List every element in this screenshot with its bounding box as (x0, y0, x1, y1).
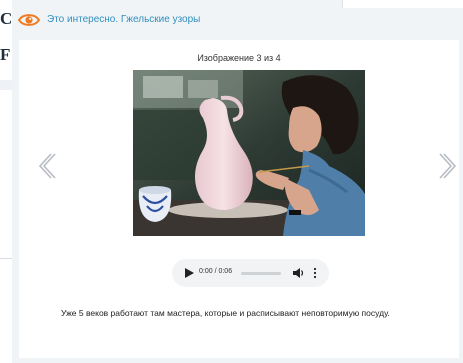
gallery-content: Изображение 3 из 4 0:00 / 0:06 Уже 5 век… (19, 40, 459, 358)
next-image-button[interactable] (434, 148, 458, 184)
popup-title: Это интересно. Гжельские узоры (47, 14, 201, 25)
more-vertical-icon[interactable] (312, 267, 318, 279)
chevron-left-icon (38, 153, 56, 179)
audio-time: 0:00 / 0:06 (199, 268, 233, 275)
info-popup: Это интересно. Гжельские узоры Изображен… (12, 0, 463, 363)
chevron-right-icon (439, 153, 457, 179)
popup-header: Это интересно. Гжельские узоры (12, 0, 463, 40)
photo-painter-gzhel (133, 70, 365, 236)
image-counter: Изображение 3 из 4 (197, 53, 281, 63)
eye-icon (18, 14, 40, 26)
prev-image-button[interactable] (37, 148, 61, 184)
audio-player: 0:00 / 0:06 (172, 259, 329, 287)
volume-icon[interactable] (293, 267, 305, 279)
background-text-fragment: F (0, 45, 11, 64)
audio-progress-bar[interactable] (241, 272, 281, 275)
gallery-photo (133, 70, 365, 236)
image-caption: Уже 5 веков работают там мастера, которы… (61, 308, 390, 318)
play-icon[interactable] (185, 268, 194, 278)
